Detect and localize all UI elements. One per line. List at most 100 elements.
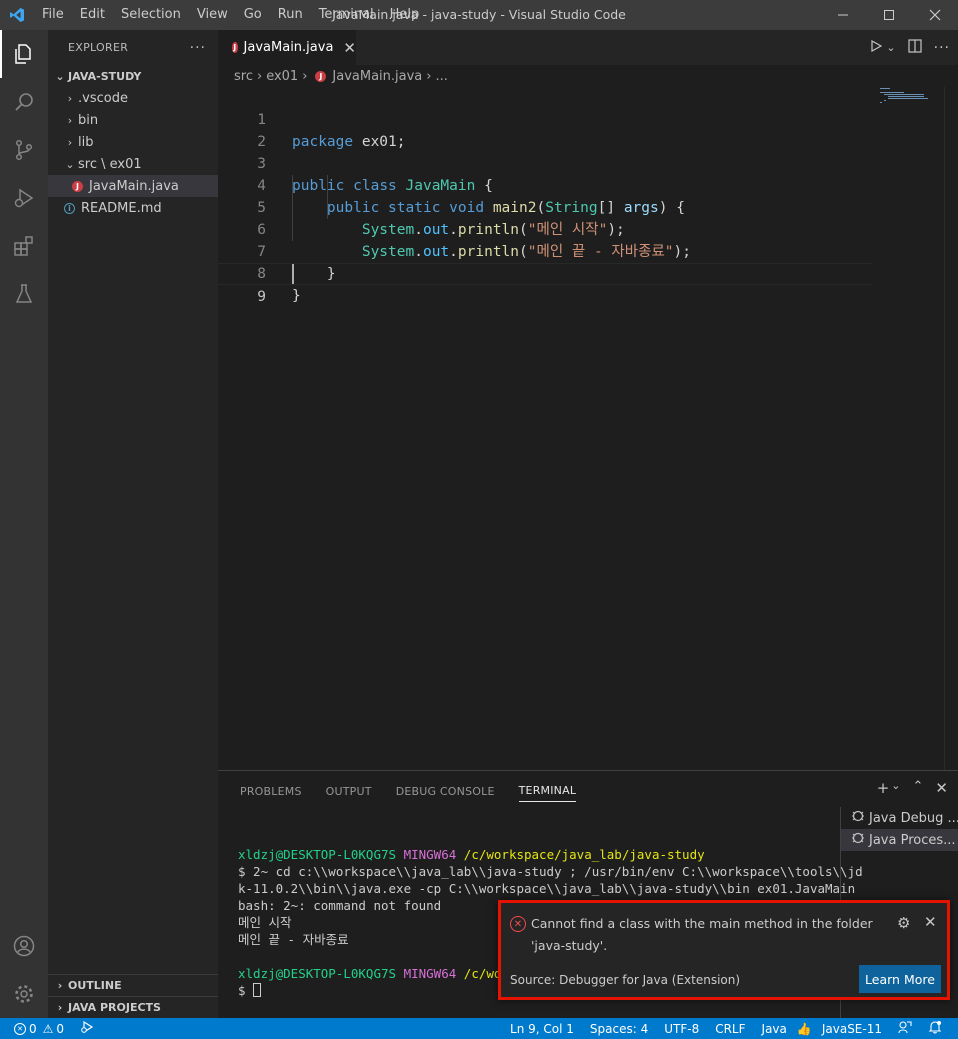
menu-help[interactable]: Help xyxy=(382,0,428,30)
menu-edit[interactable]: Edit xyxy=(72,0,113,30)
code-line: 7 } xyxy=(218,219,872,282)
breadcrumb-ex01[interactable]: ex01 xyxy=(266,69,298,84)
breadcrumb: src › ex01 › J JavaMain.java › ... xyxy=(218,65,958,87)
java-runtime[interactable]: JavaSE-11 xyxy=(814,1022,890,1036)
tab-terminal[interactable]: TERMINAL xyxy=(518,784,577,802)
chevron-right-icon: › xyxy=(426,68,432,84)
title-bar: File Edit Selection View Go Run Terminal… xyxy=(0,0,958,30)
end-of-line[interactable]: CRLF xyxy=(707,1022,753,1036)
minimize-button[interactable] xyxy=(820,0,866,30)
text-cursor xyxy=(292,264,294,284)
menu-file[interactable]: File xyxy=(34,0,72,30)
testing-flask-icon[interactable] xyxy=(0,270,48,318)
tab-debug-console[interactable]: DEBUG CONSOLE xyxy=(396,785,495,798)
prompt-path: /c/workspace/java_lab/java-study xyxy=(463,847,705,862)
terminal-item-label: Java Debug ... xyxy=(869,810,958,826)
outline-section[interactable]: › OUTLINE xyxy=(48,974,218,996)
error-count: 0 xyxy=(29,1021,37,1036)
close-panel-icon[interactable]: ✕ xyxy=(935,779,948,797)
breadcrumb-more[interactable]: ... xyxy=(435,69,447,84)
code-line: 3 public class JavaMain { xyxy=(218,131,872,194)
feedback-icon[interactable] xyxy=(890,1020,920,1037)
tree-item-label: .vscode xyxy=(78,90,128,106)
notification-source: Source: Debugger for Java (Extension) xyxy=(510,973,741,987)
warning-icon: ⚠ xyxy=(42,1021,54,1036)
notifications-bell-icon[interactable] xyxy=(920,1020,950,1037)
tab-output[interactable]: OUTPUT xyxy=(326,785,372,798)
prompt-env: MINGW64 xyxy=(403,847,457,862)
cursor-position[interactable]: Ln 9, Col 1 xyxy=(502,1022,582,1036)
vscode-logo-icon xyxy=(0,0,34,30)
code-line: 1 package ex01; xyxy=(218,87,872,150)
current-code-line: 9 xyxy=(218,263,872,305)
run-play-icon[interactable] xyxy=(870,39,883,56)
explorer-header: EXPLORER ··· xyxy=(48,30,218,65)
tree-item-readme[interactable]: i README.md xyxy=(48,197,218,219)
java-projects-title: JAVA PROJECTS xyxy=(68,1001,161,1014)
terminal-item-java-debug[interactable]: Java Debug ... xyxy=(841,807,958,829)
workspace-title: JAVA-STUDY xyxy=(68,69,142,83)
workspace-section[interactable]: ⌄ JAVA-STUDY xyxy=(48,65,218,87)
close-window-button[interactable] xyxy=(912,0,958,30)
java-file-icon: J xyxy=(232,42,238,53)
notification-message: Cannot find a class with the main method… xyxy=(531,916,873,953)
close-notification-icon[interactable]: ✕ xyxy=(924,913,937,931)
extensions-icon[interactable] xyxy=(0,222,48,270)
tree-item-javamain[interactable]: J JavaMain.java xyxy=(48,175,218,197)
tree-item-lib[interactable]: › lib xyxy=(48,131,218,153)
tab-javamain[interactable]: J JavaMain.java ✕ xyxy=(218,30,356,65)
java-projects-section[interactable]: › JAVA PROJECTS xyxy=(48,996,218,1018)
menu-view[interactable]: View xyxy=(189,0,236,30)
warning-count: 0 xyxy=(56,1021,65,1036)
explorer-sidebar: EXPLORER ··· ⌄ JAVA-STUDY › .vscode › bi… xyxy=(48,30,218,1018)
close-icon[interactable]: ✕ xyxy=(343,39,356,57)
split-editor-icon[interactable] xyxy=(908,38,922,57)
run-debug-status-icon[interactable] xyxy=(80,1020,94,1037)
editor-scrollbar[interactable] xyxy=(944,87,958,770)
breadcrumb-src[interactable]: src xyxy=(234,69,253,84)
info-file-icon: i xyxy=(64,202,75,214)
chevron-down-icon[interactable]: ⌄ xyxy=(891,779,900,797)
encoding[interactable]: UTF-8 xyxy=(656,1022,707,1036)
status-left: ✕ 0 ⚠ 0 xyxy=(0,1020,94,1037)
more-actions-icon[interactable]: ··· xyxy=(190,40,206,56)
tree-item-vscode[interactable]: › .vscode xyxy=(48,87,218,109)
menu-run[interactable]: Run xyxy=(270,0,311,30)
breadcrumb-file[interactable]: JavaMain.java xyxy=(332,69,422,84)
chevron-down-icon[interactable]: ⌄ xyxy=(886,41,895,54)
manage-gear-icon[interactable] xyxy=(0,970,48,1018)
language-mode[interactable]: Java xyxy=(754,1022,795,1036)
chevron-right-icon: › xyxy=(302,68,308,84)
minimap[interactable] xyxy=(880,87,940,109)
indentation[interactable]: Spaces: 4 xyxy=(582,1022,656,1036)
menu-bar: File Edit Selection View Go Run Terminal… xyxy=(34,0,427,30)
terminal-item-java-process[interactable]: Java Proces... xyxy=(841,829,958,851)
code-editor[interactable]: 1 package ex01; 2 3 public class JavaMai… xyxy=(218,87,958,770)
menu-go[interactable]: Go xyxy=(236,0,270,30)
editor-tabs: J JavaMain.java ✕ ⌄ ··· xyxy=(218,30,958,65)
tab-problems[interactable]: PROBLEMS xyxy=(240,785,302,798)
code-line: 5 System.out.println("메인 시작"); xyxy=(218,175,872,238)
explorer-icon[interactable] xyxy=(0,30,48,78)
source-control-icon[interactable] xyxy=(0,126,48,174)
thumbs-up-icon[interactable]: 👍 xyxy=(795,1022,814,1036)
menu-selection[interactable]: Selection xyxy=(113,0,189,30)
status-bar: ✕ 0 ⚠ 0 Ln 9, Col 1 Spaces: 4 UTF-8 CRLF… xyxy=(0,1018,958,1039)
more-actions-icon[interactable]: ··· xyxy=(934,40,950,56)
tree-item-bin[interactable]: › bin xyxy=(48,109,218,131)
run-debug-icon[interactable] xyxy=(0,174,48,222)
tree-item-src-ex01[interactable]: ⌄ src \ ex01 xyxy=(48,153,218,175)
search-icon[interactable] xyxy=(0,78,48,126)
maximize-button[interactable] xyxy=(866,0,912,30)
line-number: 9 xyxy=(257,289,266,305)
gear-icon[interactable]: ⚙ xyxy=(897,914,910,932)
maximize-panel-chevron-up-icon[interactable]: ⌃ xyxy=(913,779,924,797)
account-icon[interactable] xyxy=(0,922,48,970)
tree-item-label: JavaMain.java xyxy=(89,178,179,194)
status-right: Ln 9, Col 1 Spaces: 4 UTF-8 CRLF Java 👍 … xyxy=(502,1018,950,1039)
menu-terminal[interactable]: Terminal xyxy=(311,0,382,30)
java-file-icon: J xyxy=(72,180,83,192)
learn-more-button[interactable]: Learn More xyxy=(859,965,941,993)
new-terminal-plus-icon[interactable]: + xyxy=(877,779,890,797)
problems-status[interactable]: ✕ 0 ⚠ 0 xyxy=(14,1022,64,1036)
